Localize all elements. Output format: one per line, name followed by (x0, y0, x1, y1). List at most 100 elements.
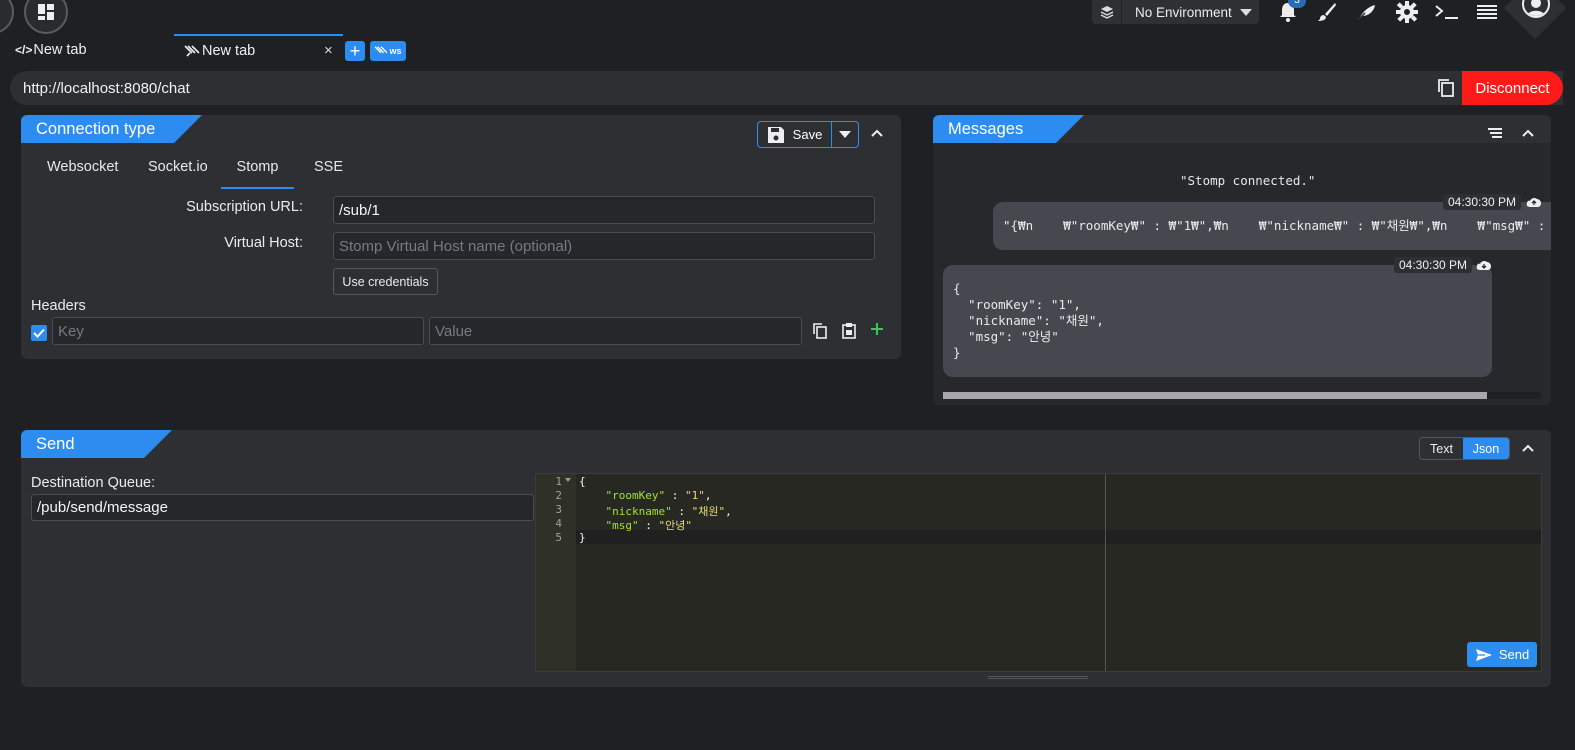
destination-label: Destination Queue: (31, 475, 156, 491)
menu-icon[interactable] (1473, 0, 1501, 24)
fold-icon[interactable] (565, 478, 571, 483)
top-bar: No Environment 3 (0, 0, 1575, 40)
messages-panel: Messages "Stomp connected." "{₩n ₩"roomK… (933, 115, 1551, 405)
horizontal-scrollbar[interactable] (943, 392, 1541, 399)
line-number: 3 (555, 503, 562, 516)
send-button[interactable]: Send (1467, 642, 1537, 667)
subscription-url-input[interactable]: /sub/1 (333, 196, 875, 224)
active-line-highlight (576, 530, 1541, 544)
tab-bar: </> New tab New tab × (0, 34, 1575, 66)
destination-input[interactable]: /pub/send/message (31, 494, 534, 521)
tab-socketio[interactable]: Socket.io (148, 159, 208, 189)
tab-rest[interactable]: </> New tab (15, 34, 173, 66)
collapse-icon[interactable] (1522, 444, 1534, 452)
collapse-icon[interactable] (1522, 129, 1534, 137)
close-icon[interactable]: × (324, 42, 333, 59)
dashboard-icon[interactable] (24, 0, 68, 34)
virtual-host-label: Virtual Host: (224, 235, 303, 251)
code-line: } (579, 531, 586, 544)
add-tab-button[interactable]: + (345, 41, 365, 61)
format-text-button[interactable]: Text (1420, 438, 1463, 459)
code-line: "msg" : "안녕" (605, 519, 693, 532)
socket-icon (374, 46, 388, 54)
send-label: Send (1498, 647, 1530, 662)
cloud-download-icon (1476, 259, 1492, 271)
virtual-host-input[interactable]: Stomp Virtual Host name (optional) (333, 232, 875, 260)
headers-label: Headers (31, 298, 86, 314)
line-number: 1 (555, 475, 562, 488)
tab-socket[interactable]: New tab × (174, 34, 343, 66)
copy-icon[interactable] (1437, 78, 1455, 98)
tab-stomp[interactable]: Stomp (221, 159, 294, 189)
line-number: 4 (555, 517, 562, 530)
ws-label: ws (389, 46, 402, 56)
connection-panel: Connection type Save Websocket Socket.io… (21, 115, 901, 359)
sent-message-text: "{₩n ₩"roomKey₩" : ₩"1₩",₩n ₩"nickname₩"… (1003, 218, 1551, 233)
save-button-group: Save (757, 121, 859, 148)
new-websocket-button[interactable]: ws (370, 41, 406, 61)
json-editor[interactable]: 1 2 3 4 5 { "roomKey" : "1", "nickname" … (535, 473, 1542, 672)
received-message-time: 04:30:30 PM (1394, 257, 1473, 273)
caret-down-icon (1233, 8, 1259, 16)
add-header-icon[interactable] (870, 322, 884, 336)
messages-title: Messages (933, 115, 1084, 143)
send-panel: Send Text Json Destination Queue: /pub/s… (21, 430, 1551, 687)
socket-icon (184, 44, 200, 58)
save-button[interactable]: Save (758, 122, 832, 147)
layers-icon (1092, 0, 1122, 24)
url-bar: http://localhost:8080/chat Disconnect (10, 71, 1563, 105)
header-key-placeholder: Key (58, 322, 84, 340)
header-enabled-checkbox[interactable] (31, 325, 47, 341)
clear-messages-icon[interactable] (1488, 128, 1502, 138)
resize-handle[interactable] (988, 676, 1088, 679)
format-toggle: Text Json (1419, 437, 1510, 460)
line-number: 2 (555, 489, 562, 502)
print-margin (1105, 474, 1106, 671)
virtual-host-placeholder: Stomp Virtual Host name (optional) (339, 237, 573, 255)
environment-select[interactable]: No Environment (1092, 0, 1259, 24)
destination-value: /pub/send/message (37, 499, 168, 516)
message-list: "Stomp connected." "{₩n ₩"roomKey₩" : ₩"… (933, 143, 1551, 405)
gear-icon[interactable] (1393, 0, 1421, 24)
collapse-icon[interactable] (871, 129, 883, 137)
sent-message-time: 04:30:30 PM (1443, 194, 1522, 210)
caret-down-icon (839, 131, 851, 138)
subscription-url-value: /sub/1 (339, 201, 380, 219)
tab-label: New tab (202, 43, 256, 59)
send-title: Send (21, 430, 172, 458)
paper-plane-icon (1475, 648, 1492, 661)
save-label: Save (792, 127, 823, 142)
disconnect-button[interactable]: Disconnect (1462, 71, 1563, 105)
subscription-url-label: Subscription URL: (186, 199, 303, 215)
environment-label: No Environment (1135, 4, 1232, 20)
scrollbar-thumb[interactable] (943, 392, 1487, 399)
url-input[interactable]: http://localhost:8080/chat (23, 80, 190, 97)
received-message-bubble: { "roomKey": "1", "nickname": "채원", "msg… (943, 265, 1492, 377)
editor-gutter: 1 2 3 4 5 (536, 474, 576, 671)
line-number: 5 (555, 531, 562, 544)
clipboard-icon[interactable] (842, 322, 856, 339)
header-value-input[interactable]: Value (429, 317, 802, 345)
connection-title: Connection type (21, 115, 202, 143)
book-icon[interactable] (0, 0, 14, 34)
tab-websocket[interactable]: Websocket (47, 159, 118, 189)
header-value-placeholder: Value (435, 322, 473, 340)
cloud-upload-icon (1526, 196, 1542, 208)
copy-icon[interactable] (813, 323, 827, 339)
save-options-button[interactable] (832, 131, 858, 138)
format-json-button[interactable]: Json (1463, 438, 1509, 459)
code-line: "roomKey" : "1", (605, 489, 712, 502)
notification-badge: 3 (1288, 0, 1306, 8)
system-message: "Stomp connected." (1180, 173, 1316, 188)
brush-icon[interactable] (1313, 0, 1341, 24)
floppy-icon (767, 126, 784, 143)
header-key-input[interactable]: Key (52, 317, 424, 345)
code-icon: </> (15, 43, 33, 57)
tab-label: New tab (33, 42, 87, 58)
use-credentials-button[interactable]: Use credentials (333, 268, 438, 295)
terminal-icon[interactable] (1433, 0, 1461, 24)
received-message-text: { "roomKey": "1", "nickname": "채원", "msg… (953, 281, 1104, 360)
code-line: { (579, 475, 586, 488)
tab-sse[interactable]: SSE (314, 159, 343, 189)
feather-icon[interactable] (1353, 0, 1381, 24)
